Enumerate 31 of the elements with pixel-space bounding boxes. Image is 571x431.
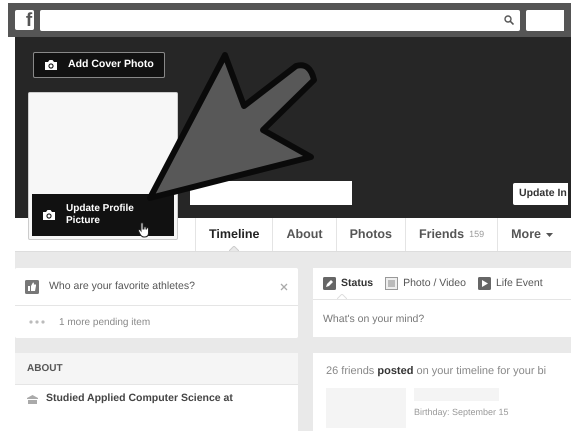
profile-tab[interactable]: More bbox=[497, 218, 566, 251]
profile-tab[interactable]: About bbox=[272, 218, 336, 251]
friend-count: 159 bbox=[469, 228, 484, 241]
profile-tab[interactable]: Photos bbox=[336, 218, 405, 251]
school-icon bbox=[27, 394, 38, 404]
profile-tab[interactable]: Timeline bbox=[195, 218, 272, 251]
flag-icon bbox=[478, 277, 491, 290]
update-profile-button[interactable]: Update Profile Picture bbox=[32, 194, 174, 236]
top-field[interactable] bbox=[526, 10, 564, 30]
feed-headline: 26 friends posted on your timeline for your bi bbox=[326, 364, 548, 379]
pending-link[interactable]: 1 more pending item bbox=[59, 314, 150, 330]
thumbs-up-icon bbox=[25, 280, 39, 294]
composer-tab[interactable]: Life Event bbox=[478, 268, 543, 299]
composer-tab[interactable]: Status bbox=[323, 268, 374, 299]
profile-tab[interactable]: Friends 159 bbox=[404, 218, 498, 251]
photo-icon bbox=[385, 277, 398, 290]
camera-icon bbox=[44, 59, 58, 71]
about-heading: ABOUT bbox=[27, 362, 63, 376]
birthday-text: Birthday: September 15 bbox=[414, 406, 509, 419]
logo[interactable]: f bbox=[15, 10, 34, 30]
add-cover-button[interactable]: Add Cover Photo bbox=[33, 52, 165, 78]
search-icon bbox=[504, 15, 514, 25]
prompt-question: Who are your favorite athletes? bbox=[49, 278, 196, 294]
status-input[interactable]: What's on your mind? bbox=[313, 300, 571, 337]
composer-tab[interactable]: Photo / Video bbox=[385, 268, 466, 299]
about-item: Studied Applied Computer Science at bbox=[46, 391, 233, 406]
pencil-icon bbox=[323, 277, 336, 290]
camera-icon bbox=[42, 209, 56, 221]
search-field[interactable] bbox=[40, 10, 520, 30]
dots-icon bbox=[29, 320, 45, 324]
update-info-button[interactable]: Update In bbox=[513, 183, 568, 205]
